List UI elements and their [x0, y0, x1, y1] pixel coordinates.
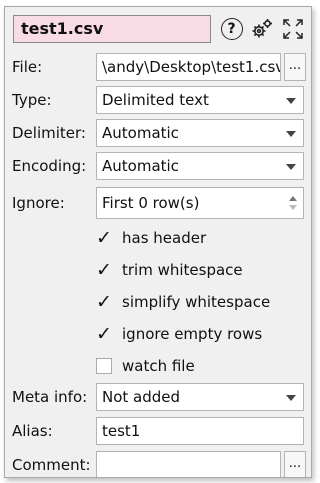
type-select-value: Delimited text: [102, 91, 209, 109]
meta-info-label: Meta info:: [12, 388, 88, 406]
encoding-select-value: Automatic: [102, 157, 179, 175]
checkmark-icon: ✓: [96, 226, 112, 249]
dropdown-arrow-icon: [286, 131, 296, 137]
encoding-select[interactable]: Automatic: [96, 152, 304, 180]
comment-label: Comment:: [12, 456, 91, 474]
input-properties-panel: test1.csv ? File: \andy\Desktop\test1.cs…: [4, 6, 312, 478]
spin-up-icon[interactable]: [289, 196, 297, 201]
meta-info-select[interactable]: Not added: [96, 383, 304, 411]
delimiter-select-value: Automatic: [102, 124, 179, 142]
checkmark-icon: ✓: [96, 258, 112, 281]
expand-button[interactable]: [280, 16, 305, 41]
help-button[interactable]: ?: [219, 16, 244, 41]
spin-down-icon[interactable]: [289, 205, 297, 210]
ignore-rows-spinbox[interactable]: First 0 row(s): [96, 187, 304, 219]
ignore-label: Ignore:: [12, 194, 65, 212]
checkbox-label: watch file: [122, 357, 195, 375]
meta-info-select-value: Not added: [102, 388, 181, 406]
checkbox-label: simplify whitespace: [122, 293, 271, 311]
has-header-checkbox[interactable]: ✓ has header: [96, 227, 206, 249]
checkbox-label: ignore empty rows: [122, 325, 263, 343]
simplify-whitespace-checkbox[interactable]: ✓ simplify whitespace: [96, 291, 270, 313]
node-title-field[interactable]: test1.csv: [13, 15, 211, 43]
type-select[interactable]: Delimited text: [96, 86, 304, 114]
delimiter-label: Delimiter:: [12, 124, 86, 142]
comment-field[interactable]: [96, 451, 281, 477]
type-label: Type:: [12, 91, 52, 109]
file-browse-button[interactable]: ...: [284, 53, 306, 81]
alias-label: Alias:: [12, 422, 53, 440]
trim-whitespace-checkbox[interactable]: ✓ trim whitespace: [96, 259, 243, 281]
alias-field[interactable]: test1: [96, 417, 304, 445]
dropdown-arrow-icon: [286, 395, 296, 401]
dropdown-arrow-icon: [286, 164, 296, 170]
expand-icon: [282, 18, 303, 39]
dropdown-arrow-icon: [286, 98, 296, 104]
checkbox-label: trim whitespace: [122, 261, 243, 279]
file-path-field[interactable]: \andy\Desktop\test1.csv: [96, 53, 281, 81]
comment-browse-button[interactable]: ...: [284, 451, 306, 477]
file-label: File:: [12, 58, 43, 76]
watch-file-checkbox[interactable]: watch file: [96, 355, 195, 377]
delimiter-select[interactable]: Automatic: [96, 119, 304, 147]
ignore-empty-rows-checkbox[interactable]: ✓ ignore empty rows: [96, 323, 262, 345]
question-mark-icon: ?: [220, 17, 243, 40]
settings-button[interactable]: [249, 16, 274, 41]
gears-icon: [252, 18, 272, 37]
ignore-rows-value: First 0 row(s): [102, 194, 200, 212]
empty-checkbox-icon: [96, 358, 112, 374]
checkbox-label: has header: [122, 229, 207, 247]
checkmark-icon: ✓: [96, 290, 112, 313]
encoding-label: Encoding:: [12, 157, 87, 175]
checkmark-icon: ✓: [96, 322, 112, 345]
